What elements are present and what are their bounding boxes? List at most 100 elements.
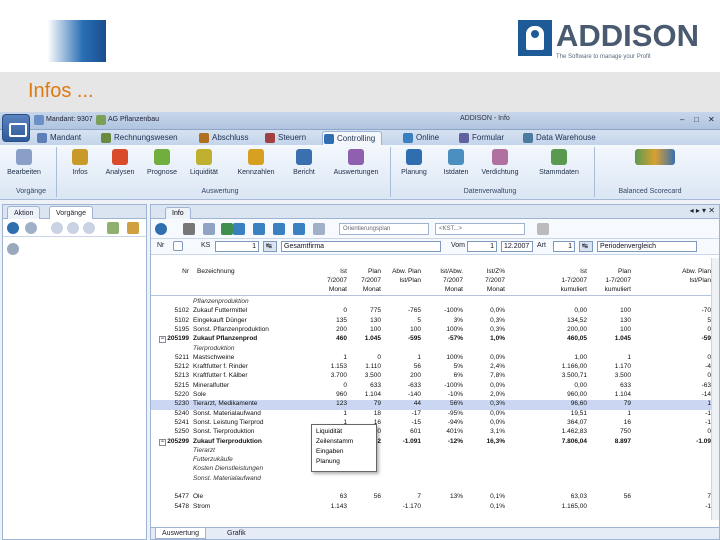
table-row[interactable]: 205299Zukauf Tierproduktion7.8018.892-1.… xyxy=(151,438,719,447)
table-row[interactable]: 5102 Zukauf Futtermittel 0 775 -765 -100% 0,0%… xyxy=(151,307,719,316)
table-row[interactable]: Pflanzenproduktion xyxy=(151,298,719,307)
settings-icon[interactable] xyxy=(537,223,549,235)
tab-rechnungswesen[interactable]: Rechnungswesen xyxy=(100,131,184,145)
scorecard-charts[interactable] xyxy=(610,149,700,183)
tab-vorgaenge[interactable]: Vorgänge xyxy=(49,206,93,219)
istdaten-button[interactable]: Istdaten xyxy=(436,149,476,183)
ks-lookup-button[interactable]: ↹ xyxy=(263,241,277,252)
infos-button[interactable]: Infos xyxy=(60,149,100,183)
next-icon[interactable] xyxy=(273,223,285,235)
ks-input[interactable]: 1 xyxy=(215,241,259,252)
vertical-scrollbar[interactable] xyxy=(711,258,719,520)
bericht-button[interactable]: Bericht xyxy=(284,149,324,183)
excel-icon[interactable] xyxy=(221,223,233,235)
navigate-icon[interactable] xyxy=(7,222,19,234)
nr-checkbox[interactable] xyxy=(173,241,183,251)
tools-icon[interactable] xyxy=(127,222,139,234)
column-header[interactable]: Ist/Z% xyxy=(465,268,505,275)
table-row[interactable]: Tierproduktion xyxy=(151,345,719,354)
last-icon[interactable] xyxy=(293,223,305,235)
users-icon[interactable] xyxy=(25,222,37,234)
tab-steuern[interactable]: Steuern xyxy=(264,131,312,145)
table-row[interactable]: 5102 Eingekauft Dünger 135 130 5 3% 0,3% 134,52… xyxy=(151,317,719,326)
preview-icon[interactable] xyxy=(203,223,215,235)
export-icon[interactable] xyxy=(107,222,119,234)
auswertungen-button[interactable]: Auswertungen xyxy=(330,149,382,183)
stammdaten-button[interactable]: Stammdaten xyxy=(534,149,584,183)
refresh-icon[interactable] xyxy=(313,223,325,235)
pause-icon[interactable] xyxy=(67,222,79,234)
table-row[interactable]: 5241 Sonst. Leistung Tierprod 1 16 -15 -94% 0,… xyxy=(151,419,719,428)
table-row[interactable]: 5477 Öle 63 56 7 13% 0,1% 63,03 56 7 xyxy=(151,493,719,502)
tab-mandant[interactable]: Mandant xyxy=(36,131,87,145)
tab-data-warehouse[interactable]: Data Warehouse xyxy=(522,131,602,145)
tab-online[interactable]: Online xyxy=(402,131,445,145)
table-row[interactable]: 5212 Kraftfutter f. Rinder 1.153 1.110 56 5% 2… xyxy=(151,363,719,372)
from-input[interactable]: 1 xyxy=(467,241,497,252)
qat-company-button[interactable]: AG Pflanzenbau xyxy=(96,114,159,126)
table-row[interactable]: 5215 Mineralfutter 0 633 -633 -100% 0,0% 0,00 63… xyxy=(151,382,719,391)
column-header[interactable]: Bezeichnung xyxy=(197,268,287,275)
prognose-button[interactable]: Prognose xyxy=(142,149,182,183)
collapse-icon[interactable]: − xyxy=(159,336,166,344)
column-header[interactable]: Plan xyxy=(591,268,631,275)
column-header[interactable]: Abw. Plan xyxy=(673,268,711,275)
table-row[interactable]: Kosten Dienstleistungen xyxy=(151,465,719,474)
table-row[interactable]: 5213 Kraftfutter f. Kälber 3.700 3.500 200 6%… xyxy=(151,372,719,381)
column-header[interactable]: Ist xyxy=(527,268,587,275)
table-row[interactable]: 205199 Zukauf Pflanzenprod 460 1.045 -595 -57… xyxy=(151,335,719,344)
column-header[interactable]: Abw. Plan xyxy=(381,268,421,275)
menu-item-planung[interactable]: Planung xyxy=(316,457,372,467)
plan-select[interactable]: Orientierungsplan xyxy=(339,223,429,235)
tab-aktion[interactable]: Aktion xyxy=(7,206,41,219)
table-row[interactable]: 5250Sonst. Tierproduktion751150601401%3,… xyxy=(151,428,719,437)
art-name-field[interactable]: Periodenvergleich xyxy=(597,241,697,252)
column-header[interactable]: Ist xyxy=(307,268,347,275)
art-lookup-button[interactable]: ↹ xyxy=(579,241,593,252)
cancel-icon[interactable] xyxy=(7,243,19,255)
tab-abschluss[interactable]: Abschluss xyxy=(198,131,254,145)
collapse-icon[interactable]: − xyxy=(159,438,166,446)
minimize-icon[interactable]: – xyxy=(680,115,684,124)
analysen-button[interactable]: Analysen xyxy=(100,149,140,183)
navigate-icon[interactable] xyxy=(155,223,167,235)
liquiditaet-button[interactable]: Liquidität xyxy=(184,149,224,183)
app-menu-button[interactable] xyxy=(2,114,30,142)
previous-icon[interactable] xyxy=(253,223,265,235)
planung-button[interactable]: Planung xyxy=(394,149,434,183)
table-row[interactable] xyxy=(151,484,719,493)
kst-select[interactable]: <KST...> xyxy=(435,223,525,235)
table-row[interactable]: Tierarzt xyxy=(151,447,719,456)
tab-grafik[interactable]: Grafik xyxy=(221,528,252,539)
menu-item-eingaben[interactable]: Eingaben xyxy=(316,447,372,457)
menu-item-zeilenstamm[interactable]: Zeilenstamm xyxy=(316,437,372,447)
print-icon[interactable] xyxy=(183,223,195,235)
tab-formular[interactable]: Formular xyxy=(458,131,510,145)
table-row[interactable]: 5211 Mastschweine 1 0 1 100% 0,0% 1,00 1 0 xyxy=(151,354,719,363)
to-input[interactable]: 12.2007 xyxy=(501,241,533,252)
ks-name-field[interactable]: Gesamtfirma xyxy=(281,241,441,252)
tab-info[interactable]: Info xyxy=(165,207,191,219)
column-header[interactable]: Ist/Abw. xyxy=(423,268,463,275)
close-icon[interactable]: ✕ xyxy=(708,115,715,124)
bearbeiten-button[interactable]: Bearbeiten xyxy=(4,149,44,183)
table-row[interactable]: 5195 Sonst. Pflanzenproduktion 200 100 100 10… xyxy=(151,326,719,335)
table-row[interactable]: 5220 Sole 960 1.104 -140 -10% 2,0% 960,00 1.104 -… xyxy=(151,391,719,400)
column-header[interactable]: Nr xyxy=(153,268,189,275)
stop-icon[interactable] xyxy=(83,222,95,234)
first-icon[interactable] xyxy=(233,223,245,235)
verdichtung-button[interactable]: Verdichtung xyxy=(480,149,520,183)
qat-client-button[interactable]: Mandant: 9307 xyxy=(34,114,93,126)
tab-auswertung[interactable]: Auswertung xyxy=(155,528,206,539)
art-input[interactable]: 1 xyxy=(553,241,575,252)
tab-controlling[interactable]: Controlling xyxy=(322,131,383,145)
table-row[interactable]: 5230 Tierarzt, Medikamente 123 79 44 56% 0,3% 9… xyxy=(151,400,719,410)
play-icon[interactable] xyxy=(51,222,63,234)
maximize-icon[interactable]: □ xyxy=(694,115,699,124)
table-row[interactable]: 5478 Strom 1.143 -1.170 0,1% 1.165,00 -1 xyxy=(151,503,719,512)
table-row[interactable]: Futterzukäufe xyxy=(151,456,719,465)
tab-controls[interactable]: ◂ ▸ ▾ ✕ xyxy=(690,206,715,215)
menu-item-liquiditaet[interactable]: Liquidität xyxy=(316,427,372,437)
kennzahlen-button[interactable]: Kennzahlen xyxy=(236,149,276,183)
column-header[interactable]: Plan xyxy=(347,268,381,275)
